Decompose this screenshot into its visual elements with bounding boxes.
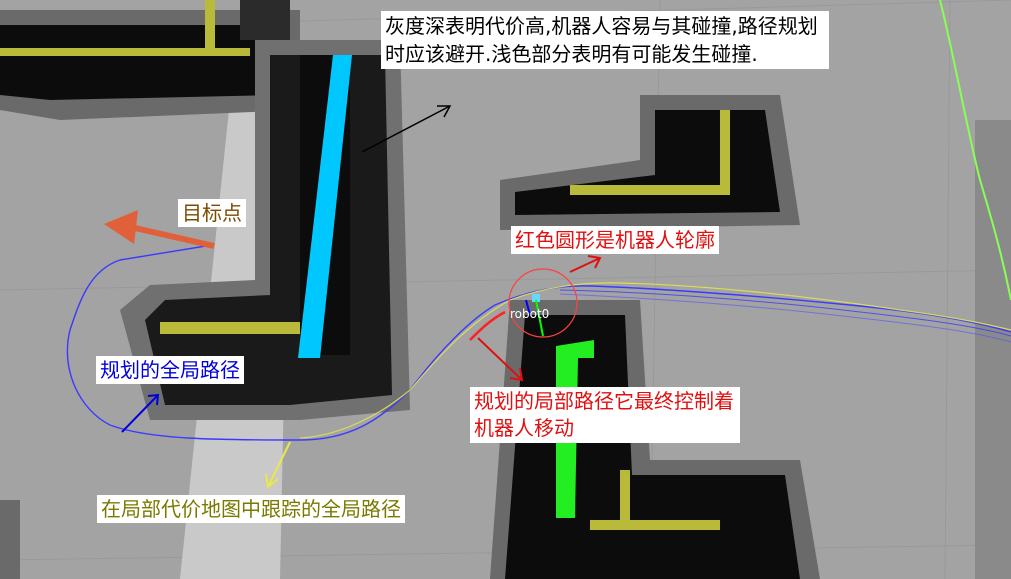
local-path xyxy=(469,310,506,341)
costmap-viewport[interactable]: robot0 xyxy=(0,0,1011,579)
goal-label: 目标点 xyxy=(178,199,246,227)
costmap-obstacle-top-right xyxy=(500,95,800,230)
cost-note-label: 灰度深表明代价高,机器人容易与其碰撞,路径规划时应该避开.浅色部分表明有可能发生… xyxy=(381,11,829,69)
global-path-label: 规划的全局路径 xyxy=(96,356,244,384)
costmap-obstacle-right-edge xyxy=(975,120,1011,579)
tracked-path-label: 在局部代价地图中跟踪的全局路径 xyxy=(97,495,405,523)
robot-circle-label: 红色圆形是机器人轮廓 xyxy=(511,226,719,254)
robot-label: robot0 xyxy=(510,307,549,321)
local-path-label: 规划的局部路径它最终控制着机器人移动 xyxy=(470,387,740,443)
costmap-obstacle-left-edge xyxy=(0,500,20,579)
